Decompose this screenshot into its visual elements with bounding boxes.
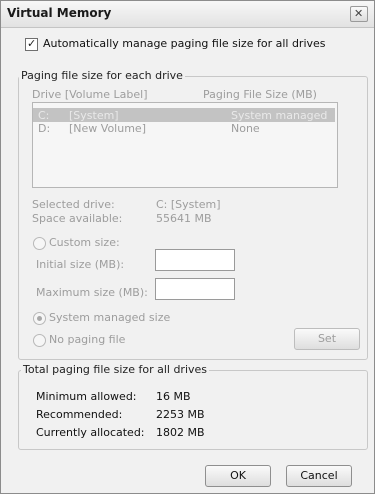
maximum-size-label: Maximum size (MB): — [36, 286, 148, 299]
maximum-size-input[interactable] — [155, 278, 235, 300]
auto-manage-checkbox[interactable]: ✓ — [25, 37, 38, 51]
drive-list[interactable]: C: [System] System managed D: [New Volum… — [32, 102, 338, 188]
close-icon: ✕ — [354, 7, 364, 20]
selected-drive-value: C: [System] — [156, 198, 221, 211]
currently-allocated-label: Currently allocated: — [36, 426, 145, 439]
drive-letter: D: — [38, 122, 51, 135]
drive-row-c[interactable]: C: [System] System managed — [33, 108, 335, 122]
system-managed-label[interactable]: System managed size — [49, 311, 170, 324]
drive-paging-size: None — [231, 122, 260, 135]
drive-volume-label: [New Volume] — [69, 122, 146, 135]
checkmark-icon: ✓ — [27, 37, 37, 50]
selected-drive-label: Selected drive: — [32, 198, 115, 211]
minimum-allowed-label: Minimum allowed: — [36, 390, 137, 403]
custom-size-label[interactable]: Custom size: — [49, 236, 120, 249]
currently-allocated-value: 1802 MB — [156, 426, 205, 439]
ok-button[interactable]: OK — [205, 465, 271, 487]
system-managed-radio[interactable] — [33, 312, 46, 325]
total-group-legend: Total paging file size for all drives — [21, 363, 210, 376]
auto-manage-label[interactable]: Automatically manage paging file size fo… — [43, 37, 326, 50]
recommended-value: 2253 MB — [156, 408, 205, 421]
recommended-label: Recommended: — [36, 408, 123, 421]
dialog-title: Virtual Memory — [7, 6, 112, 20]
no-paging-radio[interactable] — [33, 334, 46, 347]
space-available-label: Space available: — [32, 212, 123, 225]
minimum-allowed-value: 16 MB — [156, 390, 191, 403]
close-button[interactable]: ✕ — [350, 6, 368, 22]
title-bar[interactable]: Virtual Memory ✕ — [1, 1, 374, 28]
custom-size-radio[interactable] — [33, 237, 46, 250]
paging-group-legend: Paging file size for each drive — [19, 69, 185, 82]
space-available-value: 55641 MB — [156, 212, 212, 225]
drive-row-d[interactable]: D: [New Volume] None — [33, 121, 335, 135]
column-header-size: Paging File Size (MB) — [203, 88, 317, 101]
no-paging-label[interactable]: No paging file — [49, 333, 125, 346]
initial-size-input[interactable] — [155, 249, 235, 271]
initial-size-label: Initial size (MB): — [36, 258, 125, 271]
virtual-memory-dialog: Virtual Memory ✕ ✓ Automatically manage … — [0, 0, 375, 494]
cancel-button[interactable]: Cancel — [286, 465, 352, 487]
column-header-drive: Drive [Volume Label] — [32, 88, 148, 101]
set-button[interactable]: Set — [294, 328, 360, 350]
